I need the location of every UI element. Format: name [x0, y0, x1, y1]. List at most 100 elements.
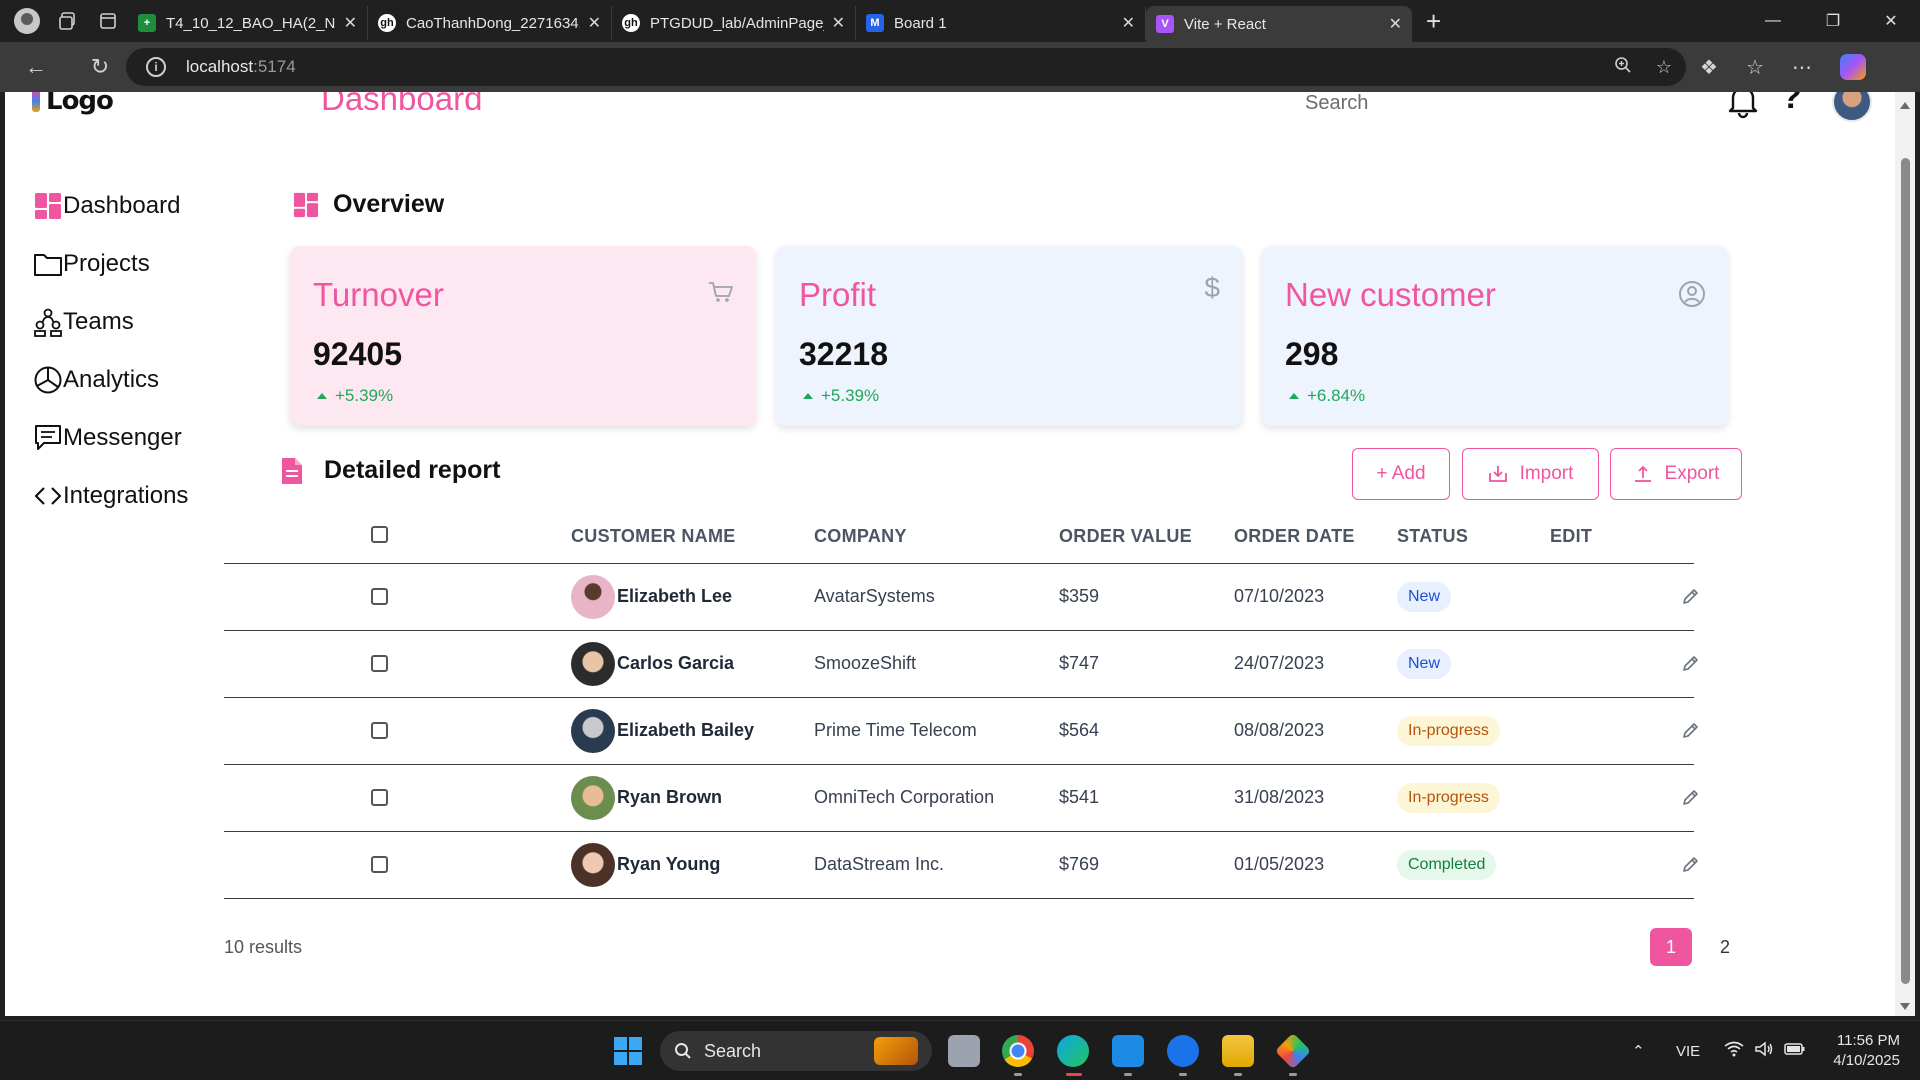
profit-card: Profit $ 32218 +5.39%	[776, 246, 1242, 426]
export-button[interactable]: Export	[1610, 448, 1742, 500]
avatar	[571, 709, 615, 753]
scroll-down-icon[interactable]	[1900, 1003, 1910, 1010]
language-indicator[interactable]: VIE	[1676, 1021, 1700, 1080]
export-icon	[1633, 465, 1653, 483]
sidebar-item-integrations[interactable]: Integrations	[33, 478, 188, 514]
card-label: Profit	[799, 276, 877, 313]
workspaces-icon[interactable]	[48, 0, 88, 42]
column-header[interactable]: COMPANY	[814, 526, 907, 547]
browser-tab[interactable]: M Board 1 ✕	[856, 6, 1146, 40]
page-button-2[interactable]: 2	[1704, 928, 1746, 966]
edit-icon[interactable]	[1681, 854, 1701, 879]
sidebar-item-projects[interactable]: Projects	[33, 246, 150, 282]
clock[interactable]: 11:56 PM 4/10/2025	[1820, 1031, 1900, 1071]
edit-icon[interactable]	[1681, 787, 1701, 812]
customer-name: Carlos Garcia	[617, 653, 735, 673]
chrome-icon[interactable]	[1002, 1035, 1034, 1067]
results-count: 10 results	[224, 937, 303, 957]
user-avatar[interactable]	[1832, 92, 1872, 122]
column-header[interactable]: STATUS	[1397, 526, 1468, 547]
favorite-star-icon[interactable]: ☆	[1656, 57, 1672, 78]
sidebar-item-dashboard[interactable]: Dashboard	[33, 188, 180, 224]
table-row[interactable]: Ryan Brown OmniTech Corporation $541 31/08/…	[224, 765, 1698, 832]
minimize-button[interactable]: —	[1744, 0, 1802, 42]
url-field[interactable]: i localhost:5174 ☆	[126, 48, 1686, 86]
edge-icon[interactable]	[1057, 1035, 1089, 1067]
close-tab-icon[interactable]: ✕	[1389, 14, 1402, 34]
help-icon[interactable]: ?	[1781, 92, 1802, 117]
vertical-scrollbar[interactable]	[1895, 92, 1915, 1016]
order-date-cell: 07/10/2023	[1234, 586, 1325, 606]
close-tab-icon[interactable]: ✕	[1122, 13, 1135, 33]
table-row[interactable]: Ryan Young DataStream Inc. $769 01/05/2023 C…	[224, 832, 1698, 899]
running-indicator	[1124, 1073, 1132, 1076]
scrollbar-thumb[interactable]	[1901, 158, 1910, 984]
row-checkbox[interactable]	[371, 655, 388, 672]
tray-overflow-icon[interactable]: ⌃	[1632, 1021, 1645, 1080]
add-button[interactable]: + Add	[1352, 448, 1450, 500]
taskbar-search[interactable]: Search	[660, 1031, 932, 1071]
extensions-icon[interactable]: ❖	[1700, 55, 1718, 80]
zoom-icon[interactable]	[1614, 56, 1632, 79]
close-window-button[interactable]: ✕	[1862, 0, 1920, 42]
order-value-cell: $564	[1059, 720, 1100, 740]
favorites-icon[interactable]: ☆	[1746, 55, 1764, 80]
row-checkbox[interactable]	[371, 789, 388, 806]
site-info-icon[interactable]: i	[146, 57, 166, 77]
bell-icon[interactable]	[1725, 92, 1761, 125]
tab-favicon-icon: M	[866, 14, 884, 32]
search-input[interactable]	[1305, 92, 1525, 118]
export-button-label: Export	[1664, 463, 1720, 484]
row-checkbox[interactable]	[371, 856, 388, 873]
restore-button[interactable]: ❐	[1804, 0, 1862, 42]
column-header[interactable]: CUSTOMER NAME	[571, 526, 736, 547]
task-view-icon[interactable]	[948, 1035, 980, 1067]
vscode-icon[interactable]	[1112, 1035, 1144, 1067]
table-row[interactable]: Elizabeth Lee AvatarSystems $359 07/10/2023…	[224, 564, 1698, 631]
more-menu-icon[interactable]: ⋯	[1792, 55, 1812, 80]
logo[interactable]: Logo	[32, 92, 114, 116]
page-title: Dashboard	[321, 92, 483, 117]
page-button-1[interactable]: 1	[1650, 928, 1692, 966]
close-tab-icon[interactable]: ✕	[588, 13, 601, 33]
edit-icon[interactable]	[1681, 586, 1701, 611]
status-badge: Completed	[1397, 850, 1497, 880]
app-icon[interactable]	[1274, 1032, 1312, 1070]
copilot-icon[interactable]	[1839, 54, 1866, 80]
table-row[interactable]: Elizabeth Bailey Prime Time Telecom $564 08…	[224, 698, 1698, 765]
edit-icon[interactable]	[1681, 653, 1701, 678]
sidebar-item-messenger[interactable]: Messenger	[33, 420, 182, 456]
windows-start-icon[interactable]	[612, 1035, 644, 1067]
new-tab-button[interactable]: +	[1426, 6, 1441, 37]
row-checkbox[interactable]	[371, 722, 388, 739]
column-header[interactable]: ORDER VALUE	[1059, 526, 1192, 547]
column-header[interactable]: ORDER DATE	[1234, 526, 1355, 547]
close-tab-icon[interactable]: ✕	[344, 13, 357, 33]
user-circle-icon	[1678, 280, 1706, 313]
row-checkbox[interactable]	[371, 588, 388, 605]
wifi-icon	[1724, 1041, 1744, 1061]
browser-tab[interactable]: V Vite + React ✕	[1146, 6, 1412, 42]
url-port: :5174	[253, 57, 296, 76]
import-button[interactable]: Import	[1462, 448, 1599, 500]
browser-tab[interactable]: + T4_10_12_BAO_HA(2_Nhom) - Go ✕	[128, 6, 368, 40]
tab-actions-icon[interactable]	[88, 0, 128, 42]
system-tray[interactable]	[1724, 1021, 1806, 1080]
back-icon[interactable]: ←	[14, 47, 58, 87]
browser-tab[interactable]: gh PTGDUD_lab/AdminPage_02/src/ ✕	[612, 6, 856, 40]
sidebar-item-teams[interactable]: Teams	[33, 304, 134, 340]
import-button-label: Import	[1519, 463, 1574, 484]
select-all-checkbox[interactable]	[371, 526, 388, 543]
edit-icon[interactable]	[1681, 720, 1701, 745]
zalo-icon[interactable]	[1167, 1035, 1199, 1067]
close-tab-icon[interactable]: ✕	[832, 13, 845, 33]
scroll-up-icon[interactable]	[1900, 102, 1910, 109]
browser-tab[interactable]: gh CaoThanhDong_22716341_React ✕	[368, 6, 612, 40]
refresh-icon[interactable]: ↻	[78, 47, 122, 87]
column-header[interactable]: EDIT	[1550, 526, 1592, 547]
profile-icon[interactable]	[14, 8, 40, 34]
tab-title: Board 1	[894, 14, 947, 32]
table-row[interactable]: Carlos Garcia SmoozeShift $747 24/07/2023 Ne…	[224, 631, 1698, 698]
file-explorer-icon[interactable]	[1222, 1035, 1254, 1067]
sidebar-item-analytics[interactable]: Analytics	[33, 362, 159, 398]
